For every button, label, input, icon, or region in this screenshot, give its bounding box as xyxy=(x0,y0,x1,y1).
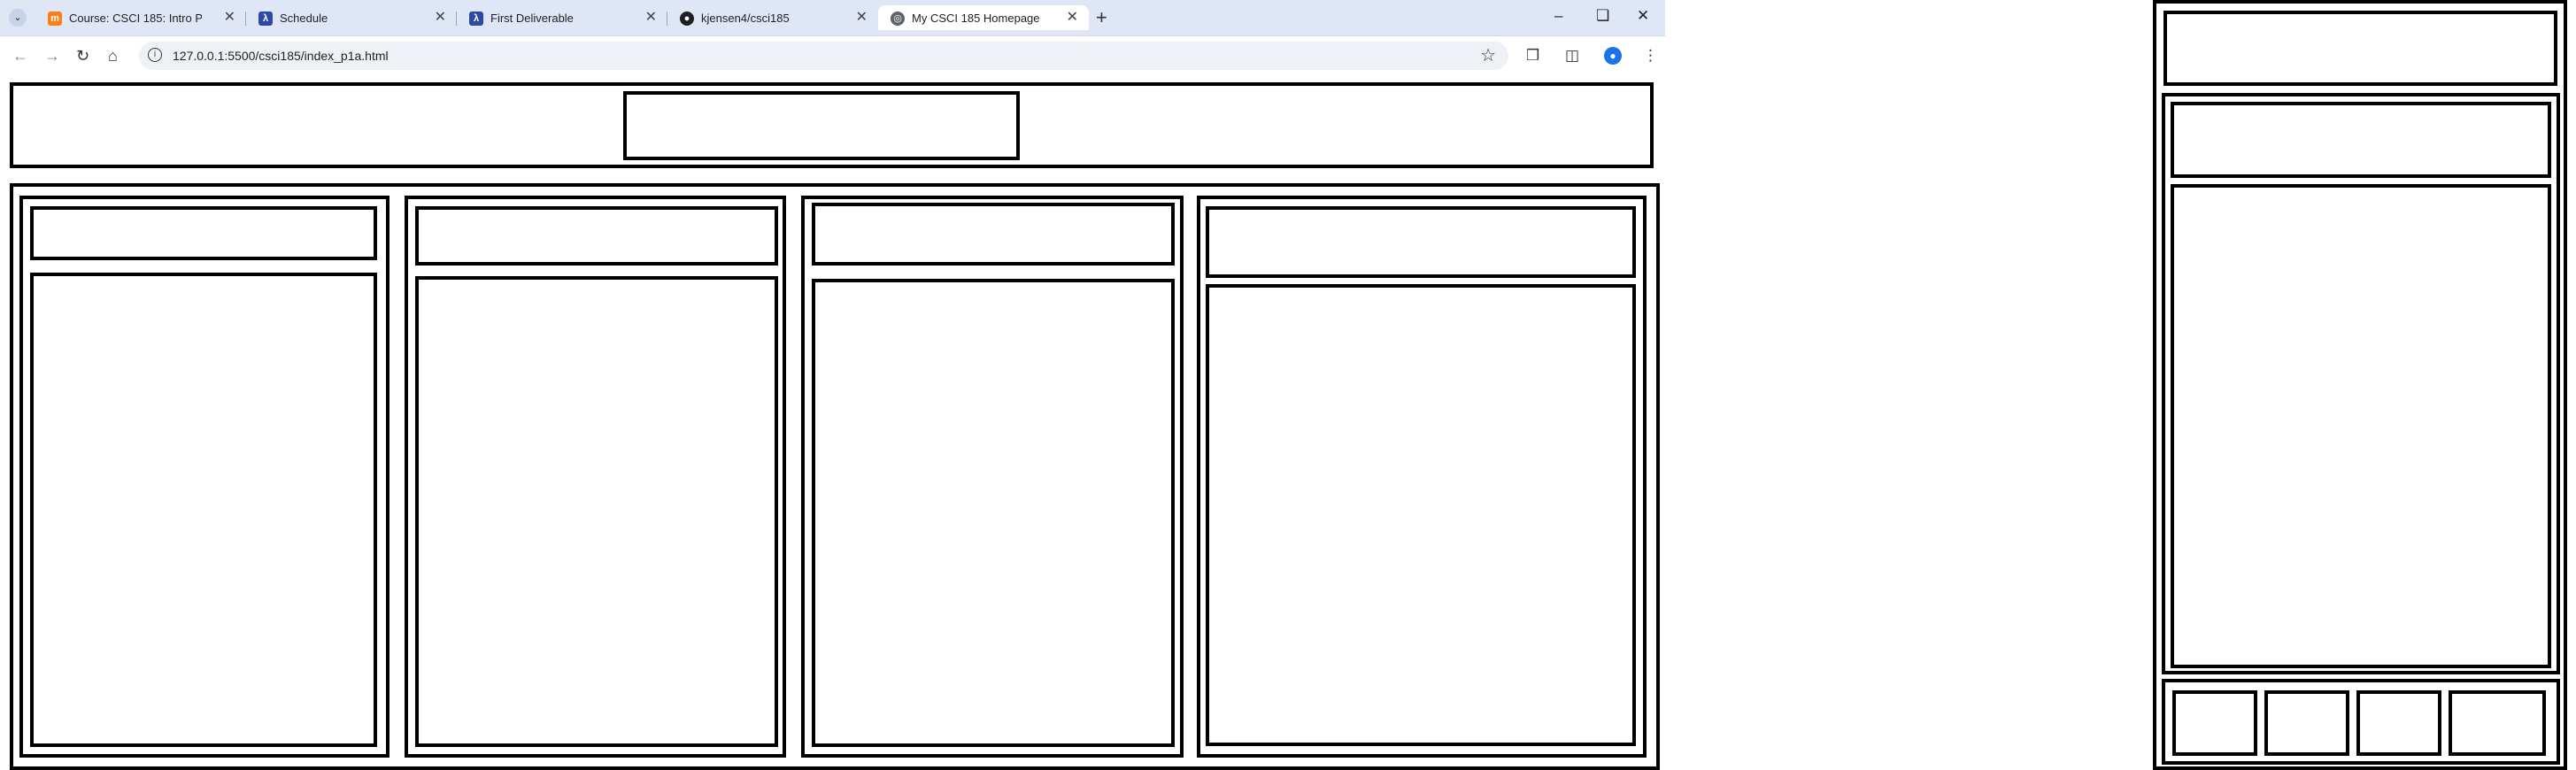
close-icon[interactable]: ✕ xyxy=(224,10,235,26)
mobile-heading-box xyxy=(2171,102,2551,178)
mobile-footer-cell-3 xyxy=(2356,690,2441,756)
browser-window: ⌄ m Course: CSCI 185: Intro Program ✕ λ … xyxy=(0,0,1665,770)
column-heading-box-4 xyxy=(1206,206,1636,278)
tab-title: Course: CSCI 185: Intro Program xyxy=(69,12,202,25)
moodle-icon: m xyxy=(48,12,62,26)
side-panel-icon[interactable]: ◫ xyxy=(1565,46,1579,65)
mobile-content-box xyxy=(2171,184,2551,668)
reload-icon[interactable]: ↻ xyxy=(76,46,89,65)
address-bar[interactable]: i 127.0.0.1:5500/csci185/index_p1a.html … xyxy=(139,42,1508,70)
column-content-box-3 xyxy=(812,279,1175,747)
tab-strip: ⌄ m Course: CSCI 185: Intro Program ✕ λ … xyxy=(0,0,1665,36)
mobile-footer-cell-1 xyxy=(2172,690,2257,756)
browser-toolbar: ← → ↻ ⌂ i 127.0.0.1:5500/csci185/index_p… xyxy=(0,36,1665,76)
column-heading-box-3 xyxy=(812,203,1175,266)
page-viewport xyxy=(0,76,1665,770)
menu-kebab-icon[interactable]: ⋮ xyxy=(1643,46,1658,65)
mobile-header-box xyxy=(2163,11,2557,86)
close-icon[interactable]: ✕ xyxy=(856,10,868,26)
lambda-icon: λ xyxy=(469,12,483,26)
new-tab-icon[interactable]: + xyxy=(1096,7,1107,28)
tab-title: First Deliverable xyxy=(490,12,574,25)
close-icon[interactable]: ✕ xyxy=(645,10,657,26)
github-icon: ● xyxy=(680,12,694,26)
restore-icon[interactable]: ❏ xyxy=(1596,7,1609,25)
back-icon[interactable]: ← xyxy=(12,46,28,65)
extensions-icon[interactable]: ❒ xyxy=(1526,46,1539,65)
tab-search-chevron-icon[interactable]: ⌄ xyxy=(9,9,27,27)
tab-github[interactable]: ● kjensen4/csci185 ✕ xyxy=(667,5,878,30)
lambda-icon: λ xyxy=(258,12,273,26)
header-title-box xyxy=(623,91,1020,160)
column-content-box-1 xyxy=(30,273,377,747)
mobile-footer-cell-2 xyxy=(2264,690,2349,756)
url-text[interactable]: 127.0.0.1:5500/csci185/index_p1a.html xyxy=(173,49,389,63)
window-close-icon[interactable]: ✕ xyxy=(1637,7,1649,25)
tab-title: kjensen4/csci185 xyxy=(701,12,790,25)
site-info-icon[interactable]: i xyxy=(148,48,162,62)
profile-avatar-icon[interactable]: ● xyxy=(1604,47,1622,65)
tab-schedule[interactable]: λ Schedule ✕ xyxy=(246,5,457,30)
minimize-icon[interactable]: – xyxy=(1554,7,1562,25)
tab-title: Schedule xyxy=(280,12,328,25)
close-icon[interactable]: ✕ xyxy=(1067,10,1078,26)
column-heading-box-1 xyxy=(30,206,377,260)
mobile-footer-cell-4 xyxy=(2449,690,2546,756)
tab-course[interactable]: m Course: CSCI 185: Intro Program ✕ xyxy=(35,5,246,30)
column-heading-box-2 xyxy=(415,206,778,266)
tab-first-deliverable[interactable]: λ First Deliverable ✕ xyxy=(457,5,667,30)
column-content-box-2 xyxy=(415,276,778,747)
forward-icon[interactable]: → xyxy=(44,46,60,65)
bookmark-star-icon[interactable]: ☆ xyxy=(1480,46,1496,65)
tab-homepage[interactable]: ◎ My CSCI 185 Homepage ✕ xyxy=(878,5,1089,30)
home-icon[interactable]: ⌂ xyxy=(108,46,118,65)
globe-icon: ◎ xyxy=(891,12,905,26)
close-icon[interactable]: ✕ xyxy=(435,10,446,26)
column-content-box-4 xyxy=(1206,284,1636,746)
tab-title: My CSCI 185 Homepage xyxy=(912,12,1040,25)
